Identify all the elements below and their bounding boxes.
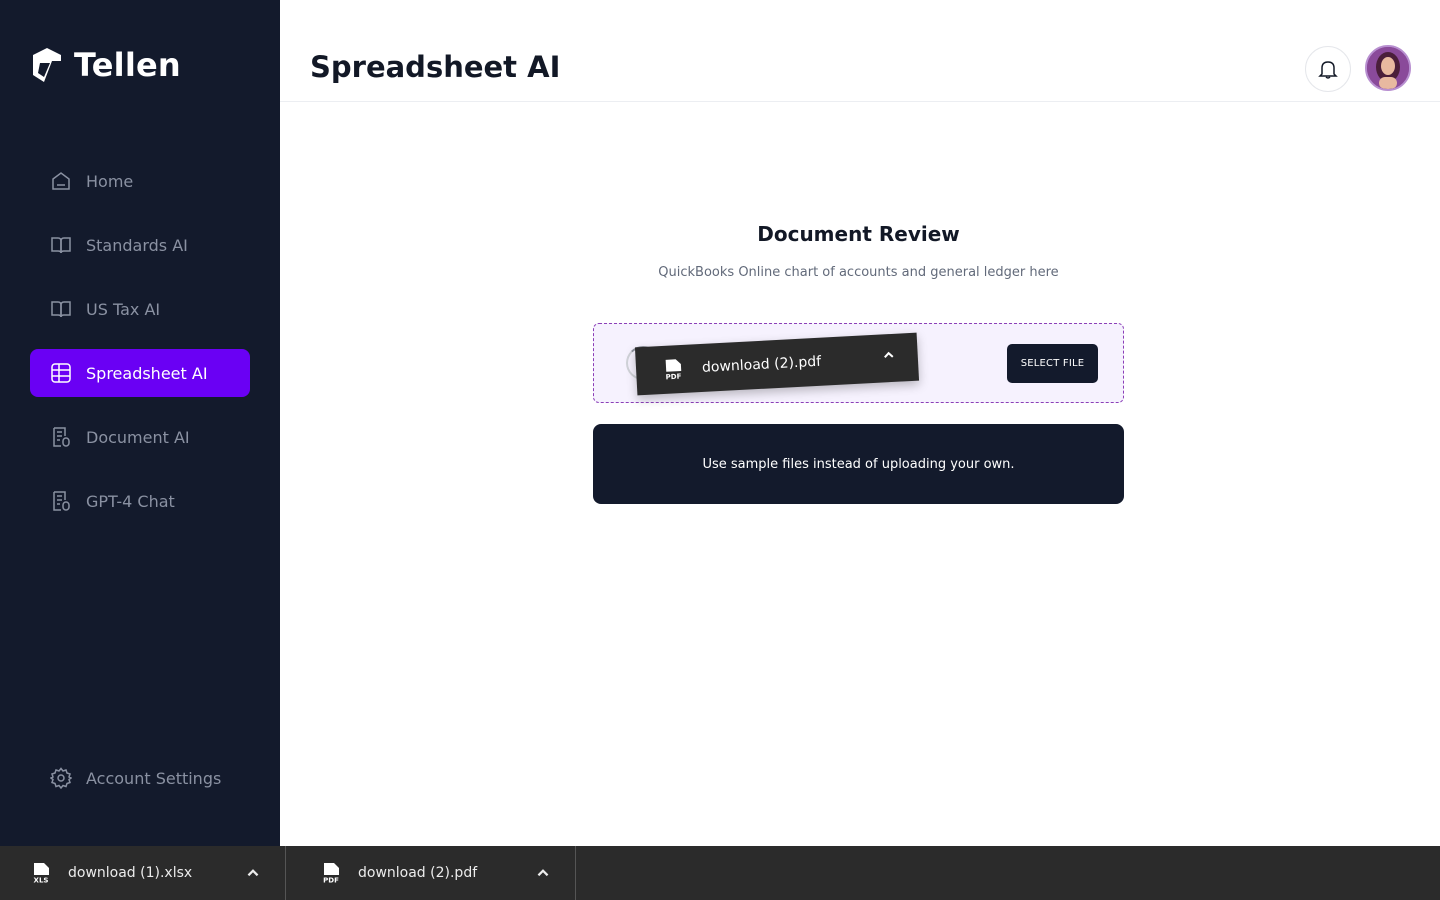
chevron-up-icon[interactable] [535,865,551,881]
sidebar-item-label: Account Settings [86,768,222,788]
user-avatar-icon [1367,47,1409,89]
select-file-button[interactable]: SELECT FILE [1007,344,1098,383]
chevron-up-icon[interactable] [245,865,261,881]
section-title: Document Review [757,222,960,246]
file-type-label: XLS [34,877,49,885]
sidebar-item-gpt-4-chat[interactable]: GPT-4 Chat [30,477,250,525]
sidebar-item-label: US Tax AI [86,299,161,319]
home-icon [52,172,70,190]
tellen-logo-icon [33,48,61,82]
download-file-name: download (2).pdf [358,865,478,881]
sample-files-label: Use sample files instead of uploading yo… [702,456,1015,472]
book-icon [51,301,71,318]
sidebar: Tellen Home Standards AI US Tax AI Sprea… [0,0,280,846]
app-name: Tellen [74,46,181,84]
sidebar-item-standards-ai[interactable]: Standards AI [30,221,250,269]
sidebar-item-us-tax-ai[interactable]: US Tax AI [30,285,250,333]
chevron-up-icon [884,351,894,359]
gear-icon [50,767,72,789]
avatar[interactable] [1365,45,1411,91]
header: Spreadsheet AI [280,0,1440,102]
xls-file-icon: XLS [34,863,49,885]
use-sample-files-button[interactable]: Use sample files instead of uploading yo… [593,424,1124,504]
notifications-button[interactable] [1305,46,1351,92]
table-icon [51,363,71,383]
page-title: Spreadsheet AI [310,50,561,84]
file-type-label: PDF [665,373,681,381]
file-type-label: PDF [323,877,339,885]
download-file-name: download (1).xlsx [68,865,193,881]
sidebar-item-document-ai[interactable]: Document AI [30,413,250,461]
sidebar-item-label: Document AI [86,427,190,447]
document-icon [53,491,70,511]
sidebar-item-label: Home [86,171,134,191]
sidebar-item-label: Spreadsheet AI [86,363,208,383]
bell-icon [1318,61,1338,79]
pdf-file-icon: PDF [665,359,682,381]
download-item[interactable]: PDF download (2).pdf [290,846,576,900]
downloads-bar: XLS download (1).xlsx PDF download (2).p… [0,846,1440,900]
logo[interactable]: Tellen [30,46,181,84]
document-icon [53,427,70,447]
book-icon [51,237,71,254]
pdf-file-icon: PDF [323,863,339,885]
sidebar-item-label: GPT-4 Chat [86,491,175,511]
sidebar-item-label: Standards AI [86,235,188,255]
download-item[interactable]: XLS download (1).xlsx [0,846,286,900]
sidebar-item-home[interactable]: Home [30,157,250,205]
sidebar-item-account-settings[interactable]: Account Settings [30,754,250,802]
file-name: download (2).pdf [701,353,822,376]
section-subtitle: QuickBooks Online chart of accounts and … [658,265,1059,280]
sidebar-item-spreadsheet-ai[interactable]: Spreadsheet AI [30,349,250,397]
